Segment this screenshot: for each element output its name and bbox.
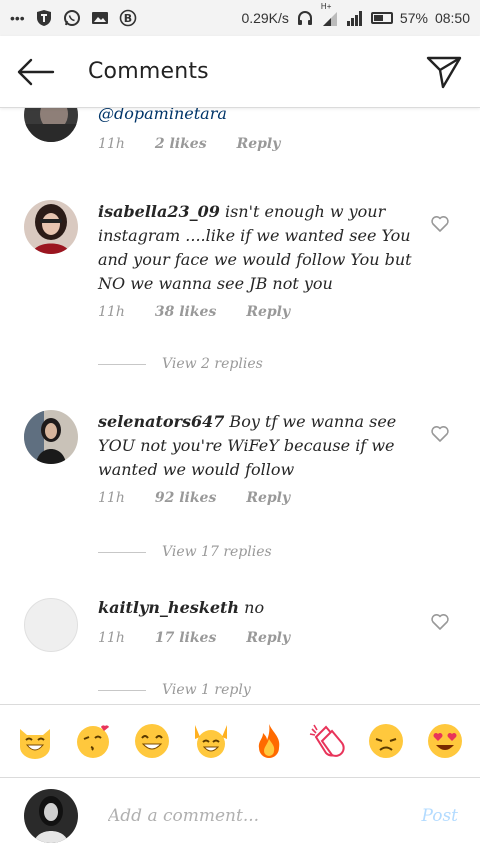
signal-icon-sim2 bbox=[346, 11, 362, 26]
emoji-disappointed[interactable] bbox=[365, 720, 407, 762]
comment-text[interactable]: kaitlyn_hesketh no bbox=[98, 596, 418, 620]
net-speed: 0.29K/s bbox=[241, 10, 289, 26]
network-type: H+ bbox=[320, 2, 332, 11]
whatsapp-icon bbox=[63, 10, 80, 26]
emoji-clapping-hands[interactable] bbox=[307, 720, 349, 762]
signal-group: H+ bbox=[321, 2, 339, 27]
comment-meta: 11h 2 likes Reply bbox=[98, 136, 280, 152]
comment-username[interactable]: selenators647 bbox=[98, 412, 224, 431]
battery-icon bbox=[370, 12, 393, 24]
comment-time: 11h bbox=[98, 136, 125, 152]
emoji-quick-bar bbox=[0, 704, 480, 778]
status-bar: ••• B 0.29K/s H+ 57% 08:50 bbox=[0, 0, 480, 36]
comment-text[interactable]: @dopaminetara bbox=[98, 108, 418, 126]
avatar-placeholder[interactable] bbox=[24, 598, 78, 652]
heart-eyes-icon bbox=[427, 724, 462, 758]
back-button[interactable] bbox=[0, 36, 72, 108]
divider-line bbox=[98, 551, 146, 553]
raising-hands-icon bbox=[194, 725, 227, 758]
comment-item: kaitlyn_hesketh no 11h 17 likes Reply Vi… bbox=[0, 598, 480, 704]
send-icon bbox=[426, 56, 462, 88]
view-replies-label: View 17 replies bbox=[162, 544, 272, 560]
reply-button[interactable]: Reply bbox=[246, 630, 290, 646]
emoji-kissing-heart[interactable] bbox=[73, 720, 115, 762]
reply-button[interactable]: Reply bbox=[246, 490, 290, 506]
like-heart-icon[interactable] bbox=[430, 424, 450, 444]
view-replies-label: View 1 reply bbox=[162, 682, 251, 698]
reply-button[interactable]: Reply bbox=[246, 304, 290, 320]
kissing-heart-icon bbox=[76, 725, 109, 758]
comment-text[interactable]: selenators647 Boy tf we wanna see YOU no… bbox=[98, 410, 418, 482]
like-heart-icon[interactable] bbox=[430, 612, 450, 632]
comments-list[interactable]: @dopaminetara 11h 2 likes Reply isabella… bbox=[0, 108, 480, 704]
header-bar: Comments bbox=[0, 36, 480, 108]
comment-text[interactable]: isabella23_09 isn't enough w your instag… bbox=[98, 200, 418, 296]
signal-icon-sim1 bbox=[322, 12, 337, 26]
clock: 08:50 bbox=[434, 10, 470, 26]
likes-count[interactable]: 92 likes bbox=[155, 490, 216, 506]
comment-composer: Post bbox=[0, 778, 480, 854]
view-replies-button[interactable]: View 17 replies bbox=[98, 544, 272, 560]
reply-button[interactable]: Reply bbox=[237, 136, 281, 152]
comment-meta: 11h 17 likes Reply bbox=[98, 630, 290, 646]
comment-meta: 11h 92 likes Reply bbox=[98, 490, 290, 506]
like-heart-icon[interactable] bbox=[430, 214, 450, 234]
likes-count[interactable]: 17 likes bbox=[155, 630, 216, 646]
comment-input[interactable] bbox=[108, 806, 388, 826]
view-replies-label: View 2 replies bbox=[162, 356, 263, 372]
divider-line bbox=[98, 689, 146, 691]
likes-count[interactable]: 2 likes bbox=[155, 136, 207, 152]
status-right: 0.29K/s H+ 57% 08:50 bbox=[241, 2, 470, 27]
emoji-grinning-cat[interactable] bbox=[14, 720, 56, 762]
page-title: Comments bbox=[88, 59, 209, 84]
post-button[interactable]: Post bbox=[421, 806, 458, 826]
divider-line bbox=[98, 363, 146, 365]
comment-username[interactable]: isabella23_09 bbox=[98, 202, 220, 221]
clapping-hands-icon bbox=[309, 724, 345, 757]
avatar[interactable] bbox=[24, 410, 78, 464]
bitcoin-icon: B bbox=[119, 9, 137, 27]
comment-meta: 11h 38 likes Reply bbox=[98, 304, 290, 320]
comment-body: no bbox=[239, 598, 265, 617]
back-arrow-icon bbox=[17, 58, 55, 85]
avatar[interactable] bbox=[24, 108, 78, 142]
emoji-raising-hands[interactable] bbox=[190, 720, 232, 762]
more-icon: ••• bbox=[10, 10, 25, 26]
headphones-icon bbox=[297, 11, 312, 25]
current-user-avatar bbox=[24, 789, 78, 843]
emoji-heart-eyes[interactable] bbox=[424, 720, 466, 762]
shield-app-icon bbox=[36, 10, 51, 26]
view-replies-button[interactable]: View 1 reply bbox=[98, 682, 251, 698]
share-button[interactable] bbox=[408, 36, 480, 108]
comment-item: isabella23_09 isn't enough w your instag… bbox=[0, 200, 480, 380]
fire-icon bbox=[259, 724, 280, 758]
avatar[interactable] bbox=[24, 200, 78, 254]
comment-item: @dopaminetara 11h 2 likes Reply bbox=[0, 108, 480, 178]
gallery-icon bbox=[91, 12, 108, 24]
smile-icon bbox=[135, 724, 170, 758]
disappointed-icon bbox=[369, 724, 404, 758]
comment-time: 11h bbox=[98, 630, 125, 646]
comment-time: 11h bbox=[98, 304, 125, 320]
likes-count[interactable]: 38 likes bbox=[155, 304, 216, 320]
grinning-cat-icon bbox=[20, 729, 51, 759]
svg-text:B: B bbox=[124, 12, 132, 25]
status-left: ••• B bbox=[10, 9, 137, 27]
battery-percent: 57% bbox=[399, 10, 428, 26]
view-replies-button[interactable]: View 2 replies bbox=[98, 356, 263, 372]
comment-item: selenators647 Boy tf we wanna see YOU no… bbox=[0, 410, 480, 590]
comment-time: 11h bbox=[98, 490, 125, 506]
emoji-fire[interactable] bbox=[248, 720, 290, 762]
emoji-smile[interactable] bbox=[131, 720, 173, 762]
comment-username[interactable]: kaitlyn_hesketh bbox=[98, 598, 239, 617]
